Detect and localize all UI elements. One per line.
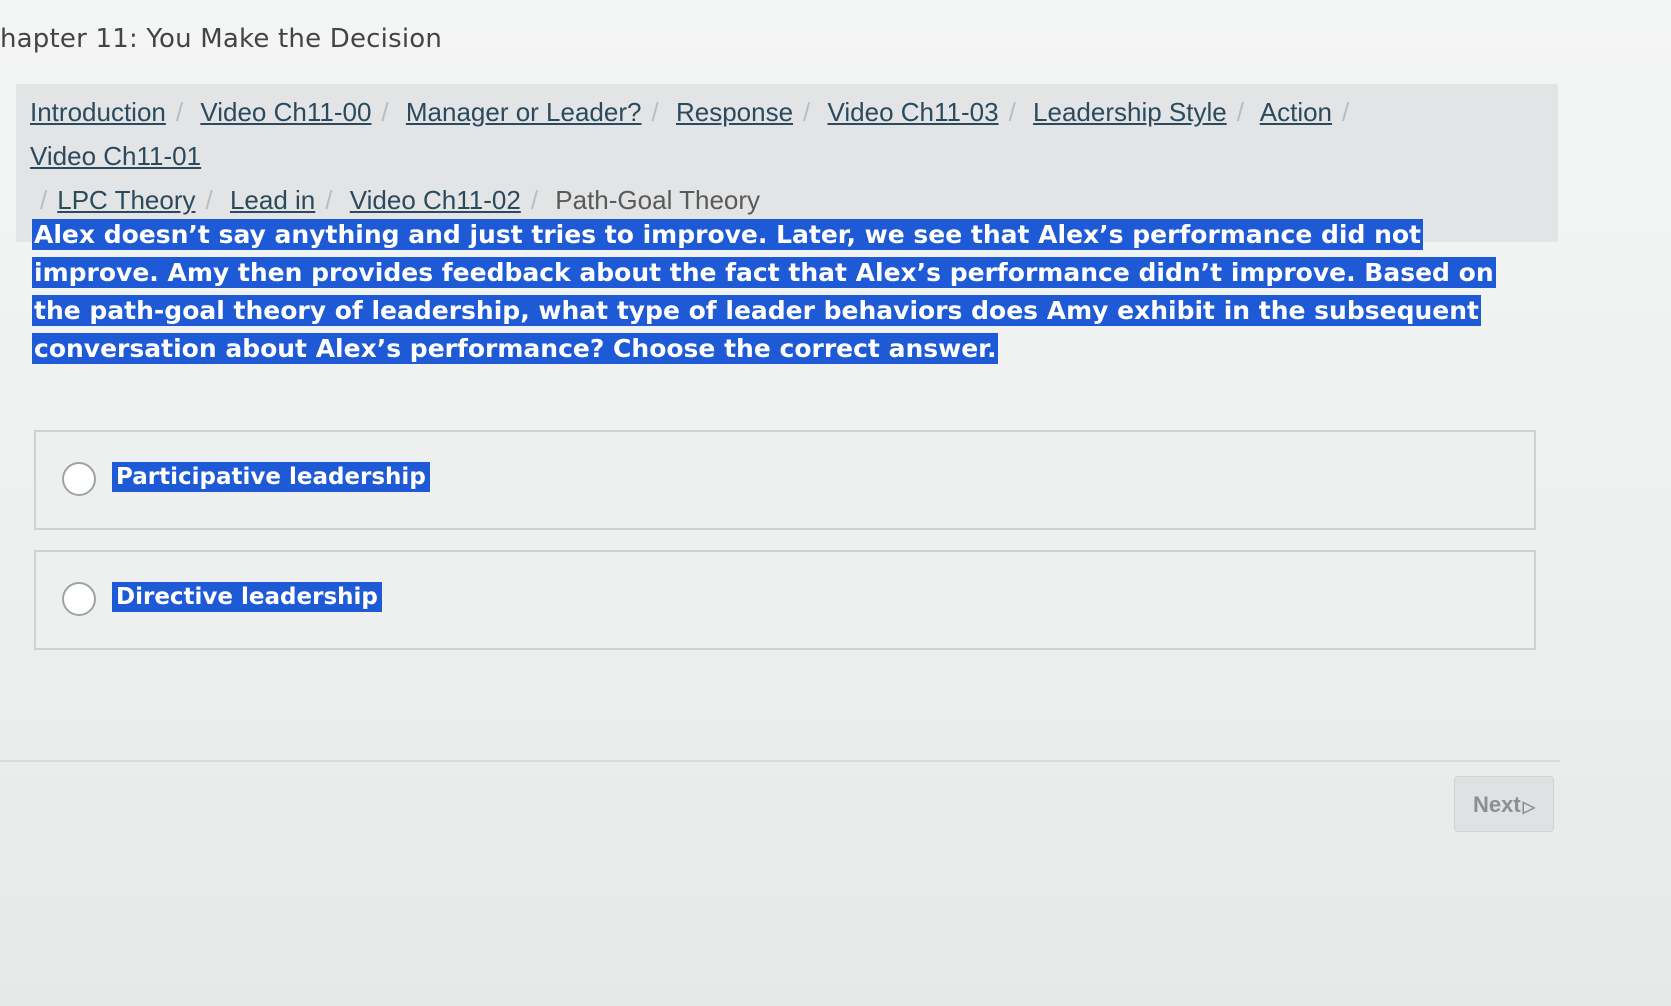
- breadcrumb-link-lpc-theory[interactable]: LPC Theory: [57, 185, 195, 215]
- next-button-label: Next: [1473, 792, 1521, 817]
- play-arrow-icon: ▷: [1522, 799, 1535, 816]
- breadcrumb-link-manager-or-leader[interactable]: Manager or Leader?: [406, 97, 642, 127]
- breadcrumb-separator: /: [325, 185, 333, 215]
- breadcrumb-separator: /: [651, 97, 659, 127]
- radio-button-icon[interactable]: [62, 462, 96, 496]
- breadcrumb-link-video-ch11-00[interactable]: Video Ch11-00: [200, 97, 371, 127]
- breadcrumb-link-response[interactable]: Response: [676, 97, 793, 127]
- breadcrumb: Introduction / Video Ch11-00 / Manager or …: [30, 90, 1490, 222]
- breadcrumb-link-video-ch11-03[interactable]: Video Ch11-03: [828, 97, 999, 127]
- chapter-title: hapter 11: You Make the Decision: [0, 24, 443, 54]
- breadcrumb-link-introduction[interactable]: Introduction: [30, 97, 166, 127]
- breadcrumb-separator: /: [40, 185, 48, 215]
- breadcrumb-separator: /: [205, 185, 213, 215]
- breadcrumb-link-video-ch11-02[interactable]: Video Ch11-02: [350, 185, 521, 215]
- breadcrumb-link-video-ch11-01[interactable]: Video Ch11-01: [30, 141, 201, 171]
- answer-option-label: Directive leadership: [112, 582, 382, 612]
- answer-option-participative[interactable]: Participative leadership: [34, 430, 1536, 530]
- breadcrumb-separator: /: [175, 97, 184, 127]
- breadcrumb-separator: /: [803, 97, 811, 127]
- breadcrumb-separator: /: [1236, 97, 1244, 127]
- answer-option-directive[interactable]: Directive leadership: [34, 550, 1536, 650]
- question-highlighted-text: Alex doesn’t say anything and just tries…: [32, 219, 1496, 364]
- footer-divider: [0, 760, 1560, 762]
- question-text: Alex doesn’t say anything and just tries…: [32, 216, 1512, 368]
- breadcrumb-separator: /: [530, 185, 539, 215]
- breadcrumb-link-leadership-style[interactable]: Leadership Style: [1033, 97, 1227, 127]
- next-button[interactable]: Next ▷: [1454, 776, 1554, 832]
- breadcrumb-current-page: Path-Goal Theory: [555, 185, 761, 215]
- breadcrumb-separator: /: [381, 97, 389, 127]
- breadcrumb-link-lead-in[interactable]: Lead in: [230, 185, 315, 215]
- breadcrumb-separator: /: [1342, 97, 1350, 127]
- radio-button-icon[interactable]: [62, 582, 96, 616]
- page: hapter 11: You Make the Decision Introdu…: [0, 0, 1671, 1006]
- breadcrumb-separator: /: [1008, 97, 1016, 127]
- answer-option-label: Participative leadership: [112, 462, 430, 492]
- breadcrumb-link-action[interactable]: Action: [1260, 97, 1332, 127]
